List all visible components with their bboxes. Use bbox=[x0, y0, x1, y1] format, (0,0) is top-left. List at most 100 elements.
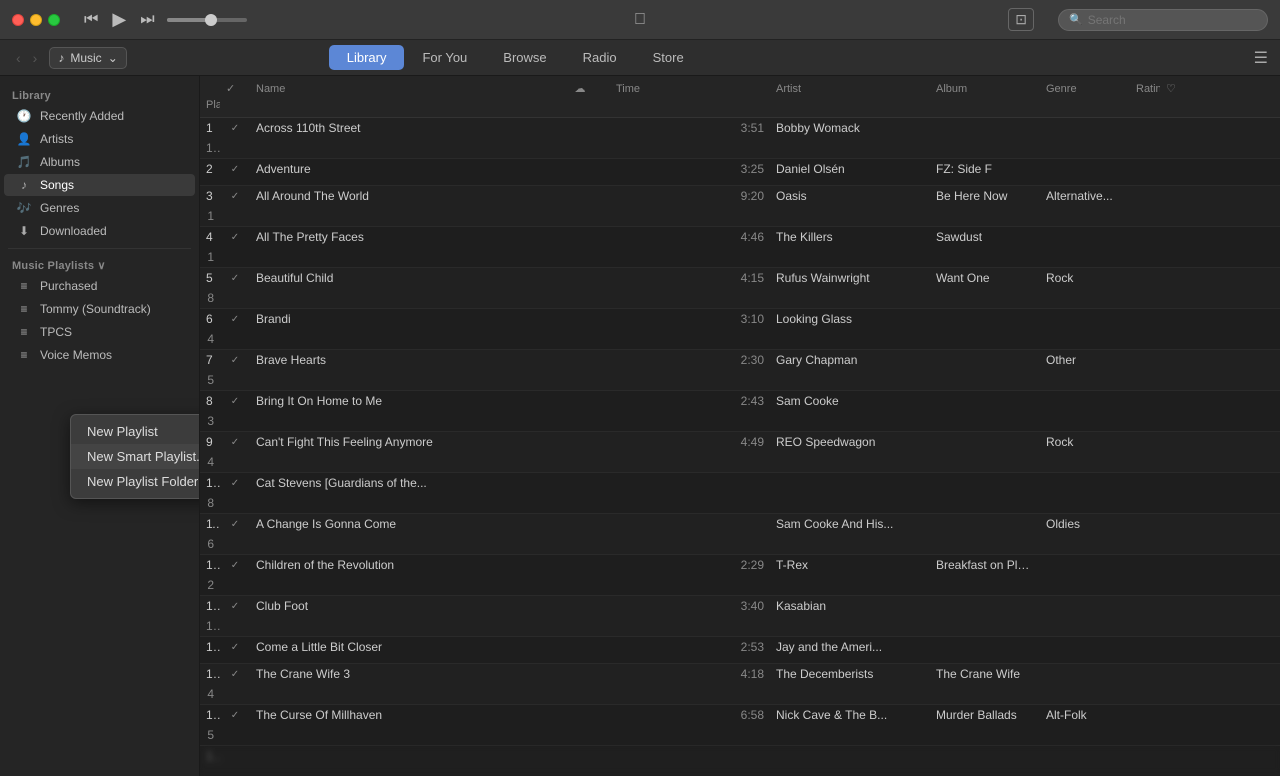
row-genre bbox=[1040, 753, 1130, 759]
context-new-playlist[interactable]: New Playlist bbox=[71, 419, 200, 444]
row-heart bbox=[1160, 644, 1220, 650]
tab-library[interactable]: Library bbox=[329, 45, 405, 70]
row-check: ✓ bbox=[220, 352, 250, 369]
row-check: ✓ bbox=[220, 516, 250, 533]
search-input[interactable] bbox=[1088, 13, 1257, 27]
playlists-section-label[interactable]: Music Playlists ∨ bbox=[0, 255, 199, 274]
table-row[interactable]: 15✓The Crane Wife 34:18The DecemberistsT… bbox=[200, 664, 1280, 705]
row-check: ✓ bbox=[220, 311, 250, 328]
minimize-button[interactable] bbox=[30, 14, 42, 26]
close-button[interactable] bbox=[12, 14, 24, 26]
search-bar[interactable]: 🔍 bbox=[1058, 9, 1268, 31]
row-heart bbox=[1160, 521, 1220, 527]
table-row[interactable]: 14✓Come a Little Bit Closer2:53Jay and t… bbox=[200, 637, 1280, 664]
sidebar-item-genres[interactable]: 🎶 Genres bbox=[4, 197, 195, 219]
table-row[interactable]: 5✓Beautiful Child4:15Rufus WainwrightWan… bbox=[200, 268, 1280, 309]
row-genre: Rock bbox=[1040, 268, 1130, 288]
table-row[interactable]: 10✓Cat Stevens [Guardians of the...8 bbox=[200, 473, 1280, 514]
row-time: 2:29 bbox=[610, 555, 770, 575]
th-time[interactable]: Time bbox=[610, 81, 770, 97]
row-name: All The Pretty Faces bbox=[250, 227, 550, 247]
row-artist: Kasabian bbox=[770, 596, 930, 616]
row-num: 14 bbox=[200, 637, 220, 657]
row-rating bbox=[1130, 671, 1160, 677]
sidebar-item-artists[interactable]: 👤 Artists bbox=[4, 128, 195, 150]
table-row[interactable]: 9✓Can't Fight This Feeling Anymore4:49RE… bbox=[200, 432, 1280, 473]
table-row[interactable]: 1✓Across 110th Street3:51Bobby Womack17 bbox=[200, 118, 1280, 159]
row-cloud bbox=[550, 521, 610, 527]
row-num: 1 bbox=[200, 118, 220, 138]
row-genre bbox=[1040, 316, 1130, 322]
back-button[interactable]: ‹ bbox=[12, 48, 25, 68]
table-row[interactable]: 6✓Brandi3:10Looking Glass4 bbox=[200, 309, 1280, 350]
context-new-smart-playlist[interactable]: New Smart Playlist... bbox=[71, 444, 200, 469]
volume-slider[interactable] bbox=[167, 18, 247, 22]
row-artist: Jay and the Ameri... bbox=[770, 637, 930, 657]
sidebar-item-recently-added[interactable]: 🕐 Recently Added bbox=[4, 105, 195, 127]
play-button[interactable]: ▶ bbox=[112, 9, 126, 30]
row-album bbox=[930, 439, 1040, 445]
row-time bbox=[610, 480, 770, 486]
row-num: 17 bbox=[200, 746, 220, 766]
row-plays: 8 bbox=[200, 288, 220, 308]
row-cloud bbox=[550, 562, 610, 568]
row-artist bbox=[770, 480, 930, 486]
row-genre: Oldies bbox=[1040, 514, 1130, 534]
th-album[interactable]: Album bbox=[930, 81, 1040, 97]
list-view-button[interactable]: ☰ bbox=[1254, 48, 1268, 68]
row-cloud bbox=[550, 275, 610, 281]
content-area: ✓ Name ☁ Time Artist Album Genre Rating … bbox=[200, 76, 1280, 776]
table-row[interactable]: 12✓Children of the Revolution2:29T-RexBr… bbox=[200, 555, 1280, 596]
airplay-button[interactable]: ⊡ bbox=[1008, 8, 1034, 31]
row-artist: Daniel Olsén bbox=[770, 159, 930, 179]
table-row[interactable]: 3✓All Around The World9:20OasisBe Here N… bbox=[200, 186, 1280, 227]
maximize-button[interactable] bbox=[48, 14, 60, 26]
row-plays: 15 bbox=[200, 616, 220, 636]
tab-for-you[interactable]: For You bbox=[404, 45, 485, 70]
table-row[interactable]: 2✓Adventure3:25Daniel OlsénFZ: Side F bbox=[200, 159, 1280, 186]
row-plays: 8 bbox=[200, 493, 220, 513]
table-row[interactable]: 8✓Bring It On Home to Me2:43Sam Cooke3 bbox=[200, 391, 1280, 432]
table-row[interactable]: 17 bbox=[200, 746, 1280, 773]
context-new-playlist-folder[interactable]: New Playlist Folder bbox=[71, 469, 200, 494]
rewind-button[interactable]: ⏮ bbox=[84, 11, 98, 29]
table-header: ✓ Name ☁ Time Artist Album Genre Rating … bbox=[200, 76, 1280, 118]
tab-radio[interactable]: Radio bbox=[565, 45, 635, 70]
th-artist[interactable]: Artist bbox=[770, 81, 930, 97]
sidebar-item-purchased[interactable]: ≡ Purchased bbox=[4, 275, 195, 297]
row-heart bbox=[1160, 316, 1220, 322]
row-num: 16 bbox=[200, 705, 220, 725]
fast-forward-button[interactable]: ⏭ bbox=[140, 11, 154, 29]
table-row[interactable]: 11✓A Change Is Gonna ComeSam Cooke And H… bbox=[200, 514, 1280, 555]
sidebar-item-tpcs[interactable]: ≡ TPCS bbox=[4, 321, 195, 343]
sidebar-item-voice-memos[interactable]: ≡ Voice Memos bbox=[4, 344, 195, 366]
th-name[interactable]: Name bbox=[250, 81, 550, 97]
th-cloud: ☁ bbox=[550, 80, 610, 97]
th-genre[interactable]: Genre bbox=[1040, 81, 1130, 97]
row-check: ✓ bbox=[220, 598, 250, 615]
sidebar-item-albums[interactable]: 🎵 Albums bbox=[4, 151, 195, 173]
table-row[interactable]: 4✓All The Pretty Faces4:46The KillersSaw… bbox=[200, 227, 1280, 268]
forward-button[interactable]: › bbox=[29, 48, 42, 68]
tab-store[interactable]: Store bbox=[635, 45, 702, 70]
tab-browse[interactable]: Browse bbox=[485, 45, 564, 70]
source-selector[interactable]: ♪ Music ⌄ bbox=[49, 47, 126, 69]
sidebar-item-tommy[interactable]: ≡ Tommy (Soundtrack) bbox=[4, 298, 195, 320]
row-check: ✓ bbox=[220, 229, 250, 246]
row-heart bbox=[1160, 671, 1220, 677]
table-row[interactable]: 16✓The Curse Of Millhaven6:58Nick Cave &… bbox=[200, 705, 1280, 746]
table-row[interactable]: 7✓Brave Hearts2:30Gary ChapmanOther5 bbox=[200, 350, 1280, 391]
row-genre bbox=[1040, 480, 1130, 486]
th-plays[interactable]: Plays bbox=[200, 97, 220, 113]
voice-memos-label: Voice Memos bbox=[40, 348, 112, 362]
sidebar-item-songs[interactable]: ♪ Songs bbox=[4, 174, 195, 196]
row-heart bbox=[1160, 753, 1220, 759]
row-plays bbox=[200, 179, 220, 185]
titlebar: ⏮ ▶ ⏭  ⊡ 🔍 bbox=[0, 0, 1280, 40]
row-album bbox=[930, 357, 1040, 363]
th-rating[interactable]: Rating bbox=[1130, 81, 1160, 97]
table-row[interactable]: 13✓Club Foot3:40Kasabian15 bbox=[200, 596, 1280, 637]
row-num: 8 bbox=[200, 391, 220, 411]
row-time bbox=[610, 753, 770, 759]
sidebar-item-downloaded[interactable]: ⬇ Downloaded bbox=[4, 220, 195, 242]
